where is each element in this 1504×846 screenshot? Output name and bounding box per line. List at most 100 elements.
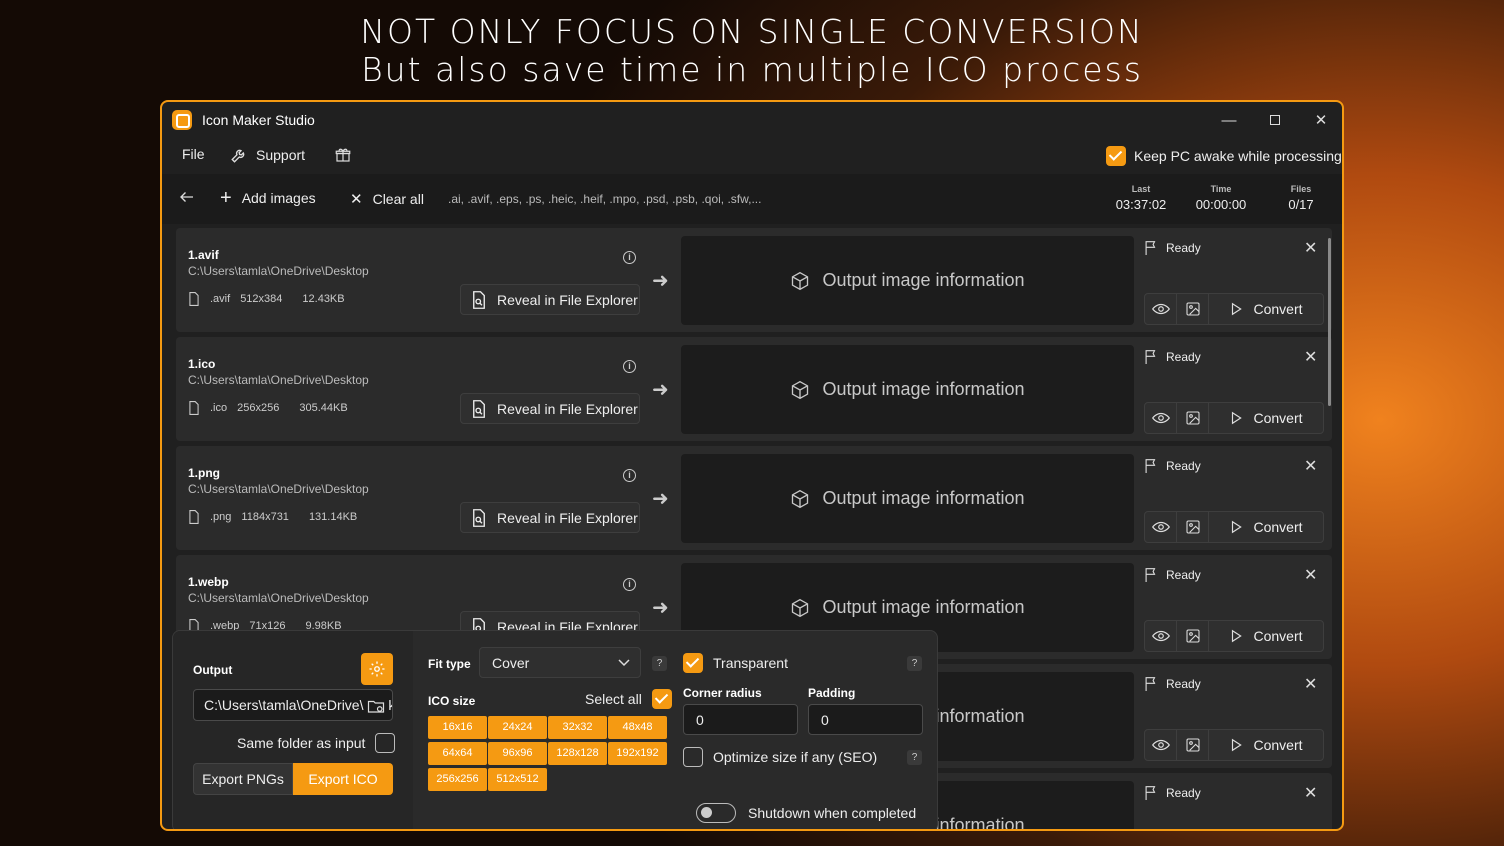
size-chip-24[interactable]: 24x24 xyxy=(488,716,547,739)
size-chip-128[interactable]: 128x128 xyxy=(548,742,607,765)
export-ico-button[interactable]: Export ICO xyxy=(293,763,393,795)
cube-icon xyxy=(792,489,809,508)
clear-all-label: Clear all xyxy=(372,191,424,207)
file-path: C:\Users\tamla\OneDrive\Desktop xyxy=(188,591,369,605)
remove-file-button[interactable]: ✕ xyxy=(1304,347,1317,367)
open-image-button[interactable] xyxy=(1177,512,1209,542)
status-label: Ready xyxy=(1166,677,1201,691)
file-card: 1.avif C:\Users\tamla\OneDrive\Desktop .… xyxy=(176,228,1332,332)
browse-folder-button[interactable] xyxy=(364,696,388,716)
clear-all-button[interactable]: ✕ Clear all xyxy=(350,190,424,208)
padding-input[interactable]: 0 xyxy=(808,704,923,735)
remove-file-button[interactable]: ✕ xyxy=(1304,456,1317,476)
flag-icon xyxy=(1145,350,1156,364)
remove-file-button[interactable]: ✕ xyxy=(1304,565,1317,585)
info-icon[interactable]: i xyxy=(623,469,636,482)
convert-button[interactable]: Convert xyxy=(1209,512,1323,542)
file-card: 1.png C:\Users\tamla\OneDrive\Desktop .p… xyxy=(176,446,1332,550)
transparent-checkbox[interactable]: Transparent xyxy=(683,653,788,673)
info-icon[interactable]: i xyxy=(623,360,636,373)
preview-button[interactable] xyxy=(1145,512,1177,542)
close-icon: ✕ xyxy=(1314,112,1328,129)
convert-button[interactable]: Convert xyxy=(1209,403,1323,433)
preview-button[interactable] xyxy=(1145,294,1177,324)
size-chip-256[interactable]: 256x256 xyxy=(428,768,487,791)
play-icon xyxy=(1232,520,1243,534)
corner-radius-input[interactable]: 0 xyxy=(683,704,798,735)
size-chip-96[interactable]: 96x96 xyxy=(488,742,547,765)
transparent-help-button[interactable]: ? xyxy=(907,656,922,671)
optimize-help-button[interactable]: ? xyxy=(907,750,922,765)
info-icon[interactable]: i xyxy=(623,578,636,591)
file-dims: 1184x731 xyxy=(241,511,289,523)
open-image-button[interactable] xyxy=(1177,730,1209,760)
export-pngs-button[interactable]: Export PNGs xyxy=(193,763,293,795)
play-icon xyxy=(1232,411,1243,425)
flag-icon xyxy=(1145,568,1156,582)
output-settings-button[interactable] xyxy=(361,653,393,685)
maximize-button[interactable] xyxy=(1252,106,1298,134)
remove-file-button[interactable]: ✕ xyxy=(1304,674,1317,694)
convert-label: Convert xyxy=(1253,301,1303,317)
file-name: 1.webp xyxy=(188,575,229,589)
play-icon xyxy=(1232,629,1243,643)
close-icon: ✕ xyxy=(1304,676,1318,693)
fit-type-select[interactable]: Cover xyxy=(479,647,641,678)
stat-label: Files xyxy=(1290,184,1312,194)
reveal-in-explorer-button[interactable]: Reveal in File Explorer xyxy=(460,502,640,533)
keep-awake-checkbox[interactable]: Keep PC awake while processing xyxy=(1106,146,1342,166)
optimize-checkbox[interactable]: Optimize size if any (SEO) xyxy=(683,747,877,767)
size-chip-512[interactable]: 512x512 xyxy=(488,768,547,791)
status-indicator: Ready xyxy=(1144,567,1201,583)
output-section: Output C:\Users\tamla\OneDrive\Desktop S… xyxy=(173,631,413,829)
preview-button[interactable] xyxy=(1145,621,1177,651)
chevron-down-icon xyxy=(618,659,630,667)
reveal-label: Reveal in File Explorer xyxy=(497,400,638,417)
reveal-in-explorer-button[interactable]: Reveal in File Explorer xyxy=(460,393,640,424)
remove-file-button[interactable]: ✕ xyxy=(1304,783,1317,803)
flag-icon xyxy=(1145,459,1156,473)
menu-support[interactable]: Support xyxy=(230,146,305,164)
close-window-button[interactable]: ✕ xyxy=(1298,106,1342,134)
stat-last: Last 03:37:02 xyxy=(1106,184,1176,212)
output-info-label: Output image information xyxy=(822,597,1025,617)
convert-label: Convert xyxy=(1253,628,1303,644)
size-chip-192[interactable]: 192x192 xyxy=(608,742,667,765)
menu-bar: File Support Keep PC awake while process… xyxy=(162,138,1342,172)
select-all-checkbox[interactable]: Select all xyxy=(585,689,672,709)
same-folder-checkbox[interactable]: Same folder as input xyxy=(237,733,396,753)
info-icon[interactable]: i xyxy=(623,251,636,264)
list-scrollbar[interactable] xyxy=(1328,238,1331,406)
minimize-button[interactable]: — xyxy=(1206,106,1252,134)
convert-button[interactable]: Convert xyxy=(1209,730,1323,760)
remove-file-button[interactable]: ✕ xyxy=(1304,238,1317,258)
file-icon xyxy=(189,292,199,306)
convert-button[interactable]: Convert xyxy=(1209,294,1323,324)
shutdown-toggle[interactable]: Shutdown when completed xyxy=(696,803,916,823)
fit-type-help-button[interactable]: ? xyxy=(652,656,667,671)
size-chip-64[interactable]: 64x64 xyxy=(428,742,487,765)
back-button[interactable] xyxy=(178,188,196,206)
supported-formats: .ai, .avif, .eps, .ps, .heic, .heif, .mp… xyxy=(448,192,762,206)
output-path-field[interactable]: C:\Users\tamla\OneDrive\Desktop xyxy=(193,689,393,721)
arrow-left-icon xyxy=(180,192,193,202)
flag-icon xyxy=(1145,786,1156,800)
open-image-button[interactable] xyxy=(1177,621,1209,651)
file-meta: .avif 512x384 12.43KB xyxy=(188,292,345,306)
convert-button[interactable]: Convert xyxy=(1209,621,1323,651)
preview-button[interactable] xyxy=(1145,403,1177,433)
add-images-button[interactable]: + Add images xyxy=(220,188,316,208)
menu-extras[interactable] xyxy=(334,146,352,164)
size-chip-32[interactable]: 32x32 xyxy=(548,716,607,739)
status-indicator: Ready xyxy=(1144,240,1201,256)
reveal-in-explorer-button[interactable]: Reveal in File Explorer xyxy=(460,284,640,315)
cube-icon xyxy=(792,380,809,399)
file-name: 1.avif xyxy=(188,248,219,262)
open-image-button[interactable] xyxy=(1177,294,1209,324)
menu-file[interactable]: File xyxy=(182,146,205,162)
open-image-button[interactable] xyxy=(1177,403,1209,433)
size-chip-16[interactable]: 16x16 xyxy=(428,716,487,739)
close-icon: ✕ xyxy=(1304,458,1318,475)
size-chip-48[interactable]: 48x48 xyxy=(608,716,667,739)
preview-button[interactable] xyxy=(1145,730,1177,760)
